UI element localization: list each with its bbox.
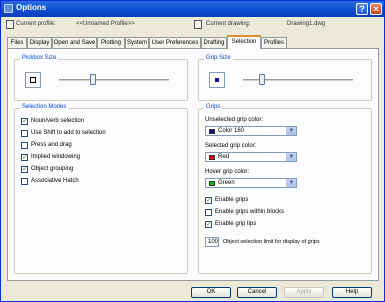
tab-plotting[interactable]: Plotting: [97, 37, 125, 48]
grip-size-legend: Grip Size: [204, 55, 233, 61]
unselected-grip-color-label: Unselected grip color:: [205, 117, 264, 123]
chevron-down-icon[interactable]: ▼: [286, 179, 296, 187]
grips-legend: Grips: [204, 104, 223, 110]
checkbox-box[interactable]: ✓: [205, 197, 212, 204]
checkbox-box[interactable]: ✓: [205, 221, 212, 228]
title-bar[interactable]: Options ? ✕: [1, 1, 384, 17]
selection-modes-legend: Selection Modes: [20, 104, 69, 110]
window-title: Options: [16, 3, 47, 12]
pickbox-slider-track[interactable]: [59, 79, 169, 82]
current-profile-label: Current profile:: [16, 21, 56, 27]
checkbox-box[interactable]: ✓: [21, 166, 28, 173]
grip-selection-limit-label: Object selection limit for display of gr…: [223, 239, 320, 245]
pickbox-size-legend: Pickbox Size: [20, 55, 59, 61]
profile-bar: Current profile: <<Unnamed Profile>> Cur…: [1, 18, 384, 31]
pickbox-slider-thumb[interactable]: [90, 74, 97, 85]
checkbox-box[interactable]: [21, 142, 28, 149]
current-drawing-label: Current drawing:: [206, 21, 251, 27]
checkbox-box[interactable]: [21, 130, 28, 137]
grips-group: Grips Unselected grip color: Color 160 ▼…: [198, 104, 372, 274]
tab-open-and-save[interactable]: Open and Save: [52, 37, 97, 48]
close-button[interactable]: ✕: [370, 3, 382, 15]
current-drawing-value: Drawing1.dwg: [287, 21, 326, 27]
tab-files[interactable]: Files: [7, 37, 27, 48]
help-button[interactable]: Help: [332, 287, 372, 298]
selected-grip-color-select[interactable]: Red ▼: [205, 152, 297, 162]
tab-profiles[interactable]: Profiles: [261, 37, 287, 48]
tab-system[interactable]: System: [125, 37, 149, 48]
selection-panel: Pickbox Size Grip Size Selection Modes ✓…: [7, 48, 379, 281]
cancel-button[interactable]: Cancel: [237, 287, 277, 298]
grip-size-group: Grip Size: [198, 55, 372, 101]
selection-modes-group: Selection Modes ✓ Noun/verb selection Us…: [14, 104, 188, 274]
unselected-grip-color-select[interactable]: Color 160 ▼: [205, 126, 297, 136]
hover-grip-color-select[interactable]: Green ▼: [205, 178, 297, 188]
help-title-button[interactable]: ?: [356, 3, 368, 15]
tab-display[interactable]: Display: [27, 37, 52, 48]
pickbox-preview: [25, 72, 41, 88]
color-swatch: [209, 181, 215, 186]
drawing-icon: [194, 20, 202, 29]
pickbox-size-group: Pickbox Size: [14, 55, 188, 101]
options-window: Options ? ✕ Current profile: <<Unnamed P…: [0, 0, 385, 302]
app-icon: [4, 4, 13, 13]
checkbox-box[interactable]: ✓: [21, 154, 28, 161]
grip-size-preview: [209, 72, 225, 88]
tab-user-preferences[interactable]: User Preferences: [149, 37, 201, 48]
current-profile-value: <<Unnamed Profile>>: [76, 21, 135, 27]
apply-button[interactable]: Apply: [284, 287, 324, 298]
tab-selection[interactable]: Selection: [227, 35, 261, 49]
color-swatch: [209, 155, 215, 160]
checkbox-box[interactable]: ✓: [21, 118, 28, 125]
tab-drafting[interactable]: Drafting: [201, 37, 227, 48]
hover-grip-color-label: Hover grip color:: [205, 169, 250, 175]
selected-grip-color-label: Selected grip color:: [205, 143, 257, 149]
color-swatch: [209, 129, 215, 134]
chevron-down-icon[interactable]: ▼: [286, 153, 296, 161]
grip-size-slider-thumb[interactable]: [258, 74, 265, 85]
checkbox-box[interactable]: [205, 209, 212, 216]
profile-icon: [6, 20, 14, 29]
chevron-down-icon[interactable]: ▼: [286, 127, 296, 135]
ok-button[interactable]: OK: [191, 287, 231, 298]
checkbox-box[interactable]: [21, 178, 28, 185]
grip-selection-limit-input[interactable]: 100: [205, 237, 219, 247]
